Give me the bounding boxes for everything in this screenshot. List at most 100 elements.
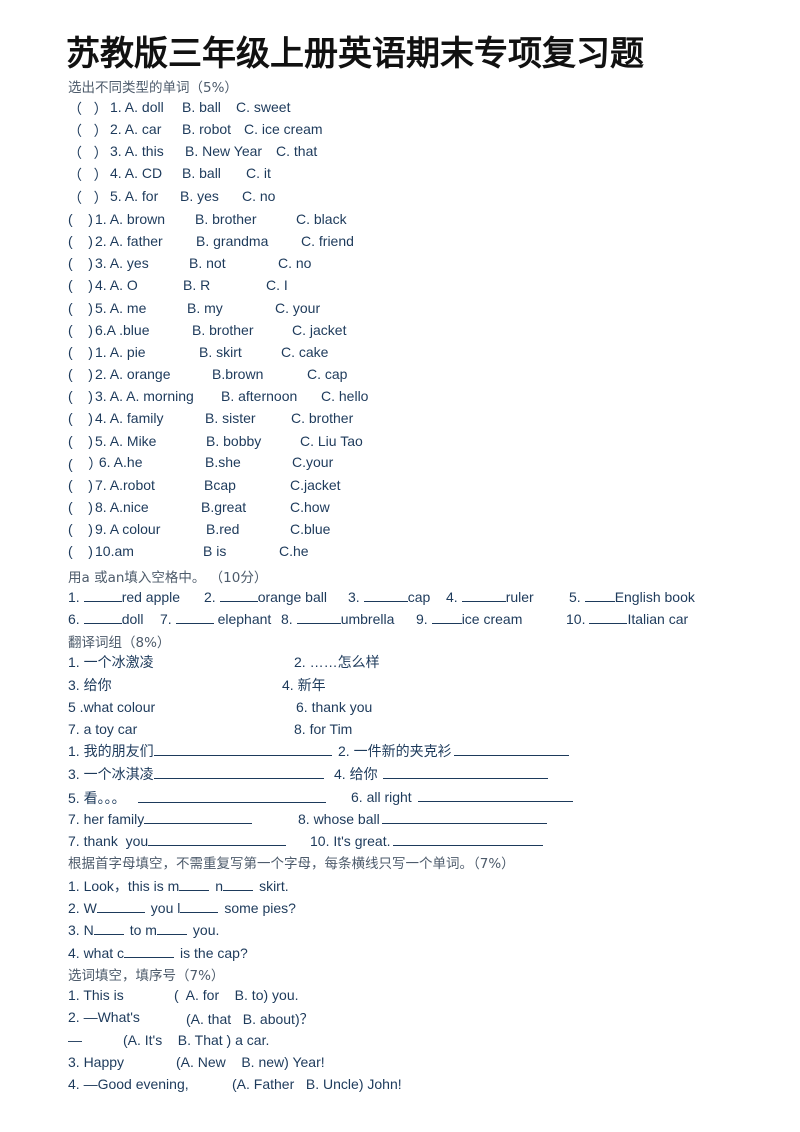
item-number: 1. <box>68 589 80 605</box>
answer-bracket[interactable]: ( ) <box>68 410 93 426</box>
answer-bracket[interactable]: ( ) <box>68 477 93 493</box>
choice-options[interactable]: (A. that B. about)？ <box>186 1009 314 1029</box>
option-text: 8. A.nice <box>95 499 149 515</box>
answer-blank[interactable] <box>453 742 569 756</box>
phrase-right: 2. ……怎么样 <box>294 654 380 670</box>
item-number: 6. <box>68 611 80 627</box>
blank-input[interactable] <box>589 610 628 624</box>
answer-bracket[interactable]: ( ) <box>68 277 93 293</box>
choice-options[interactable]: (A. It's B. That ) a car. <box>123 1032 269 1048</box>
phrase-label: 8. whose ball <box>298 811 380 827</box>
answer-blank[interactable] <box>144 810 253 824</box>
blank-input[interactable] <box>83 610 122 624</box>
sentence-text: 3. N <box>68 922 94 938</box>
option-text: C. black <box>296 211 347 227</box>
answer-blank[interactable] <box>124 944 175 958</box>
item-word: Italian car <box>627 611 689 627</box>
blank-input[interactable] <box>219 588 258 602</box>
option-text: B. brother <box>195 211 257 227</box>
phrase-label: 10. It's great. <box>310 833 391 849</box>
answer-blank[interactable] <box>153 765 324 779</box>
phrase-label: 2. 一件新的夹克衫 <box>338 743 452 759</box>
answer-blank[interactable] <box>96 899 145 913</box>
option-text: Bcap <box>204 477 236 493</box>
phrase-label: 7. thank you <box>68 833 149 849</box>
option-text: B. my <box>187 300 223 316</box>
option-text: 3. A. yes <box>95 255 149 271</box>
translate-item: 3. 一个冰淇凌 <box>68 764 324 784</box>
option-text: C. no <box>242 188 276 204</box>
translate-blank-row: 5. 看。。。 6. all right <box>68 788 788 806</box>
option-text: C. jacket <box>292 322 347 338</box>
blank-input[interactable] <box>363 588 408 602</box>
blank-input[interactable] <box>431 610 462 624</box>
question-stem: 3. Happy <box>68 1054 125 1070</box>
answer-blank[interactable] <box>153 742 332 756</box>
answer-bracket[interactable]: ( ) <box>68 211 93 227</box>
answer-bracket[interactable]: ( ) <box>68 366 93 382</box>
answer-bracket[interactable]: ( ) <box>68 433 93 449</box>
option-text: 10.am <box>95 543 134 559</box>
answer-blank[interactable] <box>417 788 573 802</box>
phrase-label: 5. 看。。。 <box>68 790 126 806</box>
translate-item: 8. whose ball <box>298 810 547 827</box>
option-text: C.your <box>292 454 334 470</box>
answer-bracket[interactable]: （ ） <box>68 121 108 141</box>
item-number: 7. <box>160 611 172 627</box>
answer-bracket[interactable]: （ ） <box>68 99 108 119</box>
answer-bracket[interactable]: ( ) <box>68 255 93 271</box>
item-number: 3. <box>348 589 360 605</box>
blank-input[interactable] <box>83 588 122 602</box>
answer-blank[interactable] <box>381 810 547 824</box>
option-text: C. no <box>278 255 312 271</box>
answer-blank[interactable] <box>179 877 210 891</box>
answer-blank[interactable] <box>180 899 219 913</box>
blank-input[interactable] <box>175 610 214 624</box>
blank-input[interactable] <box>296 610 341 624</box>
choice-options[interactable]: ( A. for B. to) you. <box>174 987 299 1003</box>
blank-input[interactable] <box>461 588 506 602</box>
question-row: ( ) 2. A. father B. grandma C. friend <box>68 233 768 251</box>
item-number: 10. <box>566 611 586 627</box>
answer-blank[interactable] <box>148 832 287 846</box>
option-text: C.blue <box>290 521 331 537</box>
option-text: C. hello <box>321 388 369 404</box>
choice-options[interactable]: (A. New B. new) Year! <box>176 1054 325 1070</box>
option-text: B. sister <box>205 410 256 426</box>
option-text: C. brother <box>291 410 354 426</box>
answer-blank[interactable] <box>392 832 543 846</box>
answer-bracket[interactable]: ( ) <box>68 300 93 316</box>
answer-blank[interactable] <box>383 765 549 779</box>
answer-bracket[interactable]: （ ） <box>68 165 108 185</box>
choice-row: 3. Happy (A. New B. new) Year! <box>68 1054 768 1072</box>
question-row: ( ) 5. A. me B. my C. your <box>68 300 768 318</box>
answer-bracket[interactable]: ( ) <box>68 388 93 404</box>
answer-bracket[interactable]: ( ) <box>68 521 93 537</box>
option-text: B. R <box>183 277 211 293</box>
answer-bracket[interactable]: ( ) <box>68 543 93 559</box>
option-text: 6.A .blue <box>95 322 150 338</box>
question-row: ( ) 2. A. orange B.brown C. cap <box>68 366 768 384</box>
answer-bracket[interactable]: ( ) <box>68 322 93 338</box>
answer-blank[interactable] <box>137 789 326 803</box>
item-word: cap <box>407 589 431 605</box>
choice-options[interactable]: (A. Father B. Uncle) John! <box>232 1076 402 1092</box>
answer-bracket[interactable]: （ ） <box>68 188 108 208</box>
translate-blank-row: 3. 一个冰淇凌 4. 给你 <box>68 764 788 782</box>
answer-blank[interactable] <box>156 921 187 935</box>
answer-blank[interactable] <box>93 921 124 935</box>
question-row: （ ） 5. A. for B. yes C. no <box>68 188 768 206</box>
blank-input[interactable] <box>584 588 615 602</box>
translate-item: 7. her family <box>68 810 253 827</box>
answer-bracket[interactable]: ( ) <box>68 233 93 249</box>
option-text: 1. A. brown <box>95 211 166 227</box>
answer-bracket[interactable]: ( ) <box>68 344 93 360</box>
translate-row: 7. a toy car 8. for Tim <box>68 721 768 739</box>
answer-bracket[interactable]: （ ） <box>68 143 108 163</box>
answer-bracket[interactable]: ( ) <box>68 499 93 515</box>
phrase-right: 8. for Tim <box>294 721 353 737</box>
answer-blank[interactable] <box>223 877 254 891</box>
option-text: C. ice cream <box>244 121 323 137</box>
option-text: 2. A. father <box>95 233 163 249</box>
option-text: B. brother <box>192 322 254 338</box>
